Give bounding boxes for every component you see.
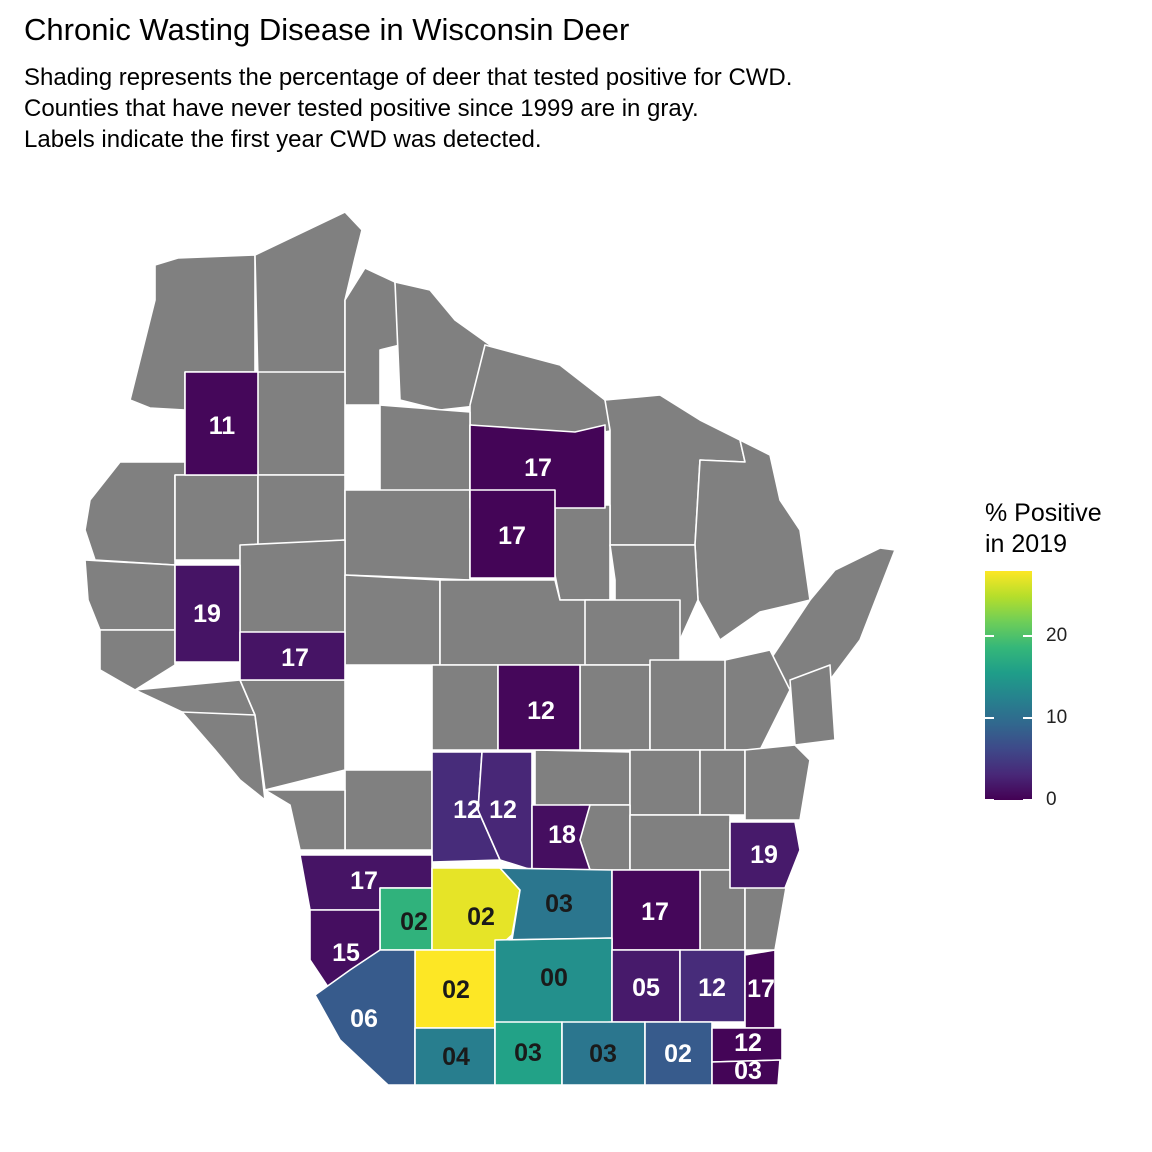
county-lacrosse <box>264 789 346 851</box>
legend-tick <box>985 799 994 801</box>
legend-tick <box>1023 635 1032 638</box>
county-buffalo <box>181 711 266 801</box>
legend-tick <box>1023 717 1032 720</box>
county-rusk <box>257 474 346 546</box>
county-label: 18 <box>548 821 576 849</box>
county-label: 02 <box>400 908 428 936</box>
county-sawyer <box>254 371 346 476</box>
county-clark <box>344 574 441 666</box>
county-label: 02 <box>442 976 470 1004</box>
county-calumet <box>699 749 746 816</box>
county-polk <box>84 559 176 631</box>
county-shawano <box>584 599 681 666</box>
county-label: 04 <box>442 1043 470 1071</box>
county-label: 17 <box>524 454 552 482</box>
county-ashland <box>344 267 401 406</box>
county-label: 12 <box>734 1029 762 1057</box>
legend-tick-label: 10 <box>1046 707 1068 729</box>
county-label: 12 <box>453 796 481 824</box>
county-dunn <box>239 539 346 636</box>
county-label: 17 <box>350 867 378 895</box>
county-label: 06 <box>350 1005 378 1033</box>
county-label: 17 <box>747 975 775 1003</box>
county-label: 03 <box>545 890 573 918</box>
county-label: 03 <box>589 1040 617 1068</box>
county-label: 02 <box>664 1040 692 1068</box>
legend-tick-label: 20 <box>1046 625 1068 647</box>
county-label: 03 <box>514 1039 542 1067</box>
county-vilas <box>469 344 616 439</box>
county-winnebago <box>629 749 701 816</box>
county-label: 19 <box>193 600 221 628</box>
county-price <box>379 404 471 493</box>
county-kewaunee <box>789 664 836 746</box>
county-label: 19 <box>750 841 778 869</box>
county-label: 03 <box>734 1057 762 1085</box>
county-langlade <box>554 504 611 601</box>
legend-tick-label: 0 <box>1046 789 1057 810</box>
legend-tick <box>1023 799 1032 801</box>
county-label: 11 <box>209 412 236 440</box>
legend-tick <box>985 717 994 720</box>
county-portage <box>579 664 651 751</box>
county-marinette <box>694 439 811 641</box>
county-label: 00 <box>540 964 568 992</box>
county-label: 17 <box>641 898 669 926</box>
county-stcroix <box>99 629 176 691</box>
county-label: 05 <box>632 974 660 1002</box>
county-fonddulac <box>629 814 731 871</box>
legend-title-line: % Positive <box>985 499 1102 527</box>
county-manitowoc <box>744 744 811 821</box>
county-wood <box>431 664 499 751</box>
county-taylor <box>344 489 471 581</box>
legend-colorbar <box>985 571 1032 800</box>
legend-tick <box>985 635 994 638</box>
county-label: 12 <box>489 796 517 824</box>
legend-title-line: in 2019 <box>985 530 1068 558</box>
county-label: 17 <box>281 644 309 672</box>
county-label: 15 <box>332 939 360 967</box>
county-label: 12 <box>527 697 555 725</box>
legend-title: % Positive in 2019 <box>985 498 1102 560</box>
county-monroe <box>344 769 433 851</box>
wisconsin-map: 11 17 17 19 17 12 12 12 18 19 17 02 02 0… <box>84 211 896 1086</box>
county-label: 12 <box>698 974 726 1002</box>
county-label: 17 <box>498 522 526 550</box>
county-outagamie <box>649 659 731 751</box>
county-label: 02 <box>467 903 495 931</box>
county-burnett <box>84 461 186 566</box>
